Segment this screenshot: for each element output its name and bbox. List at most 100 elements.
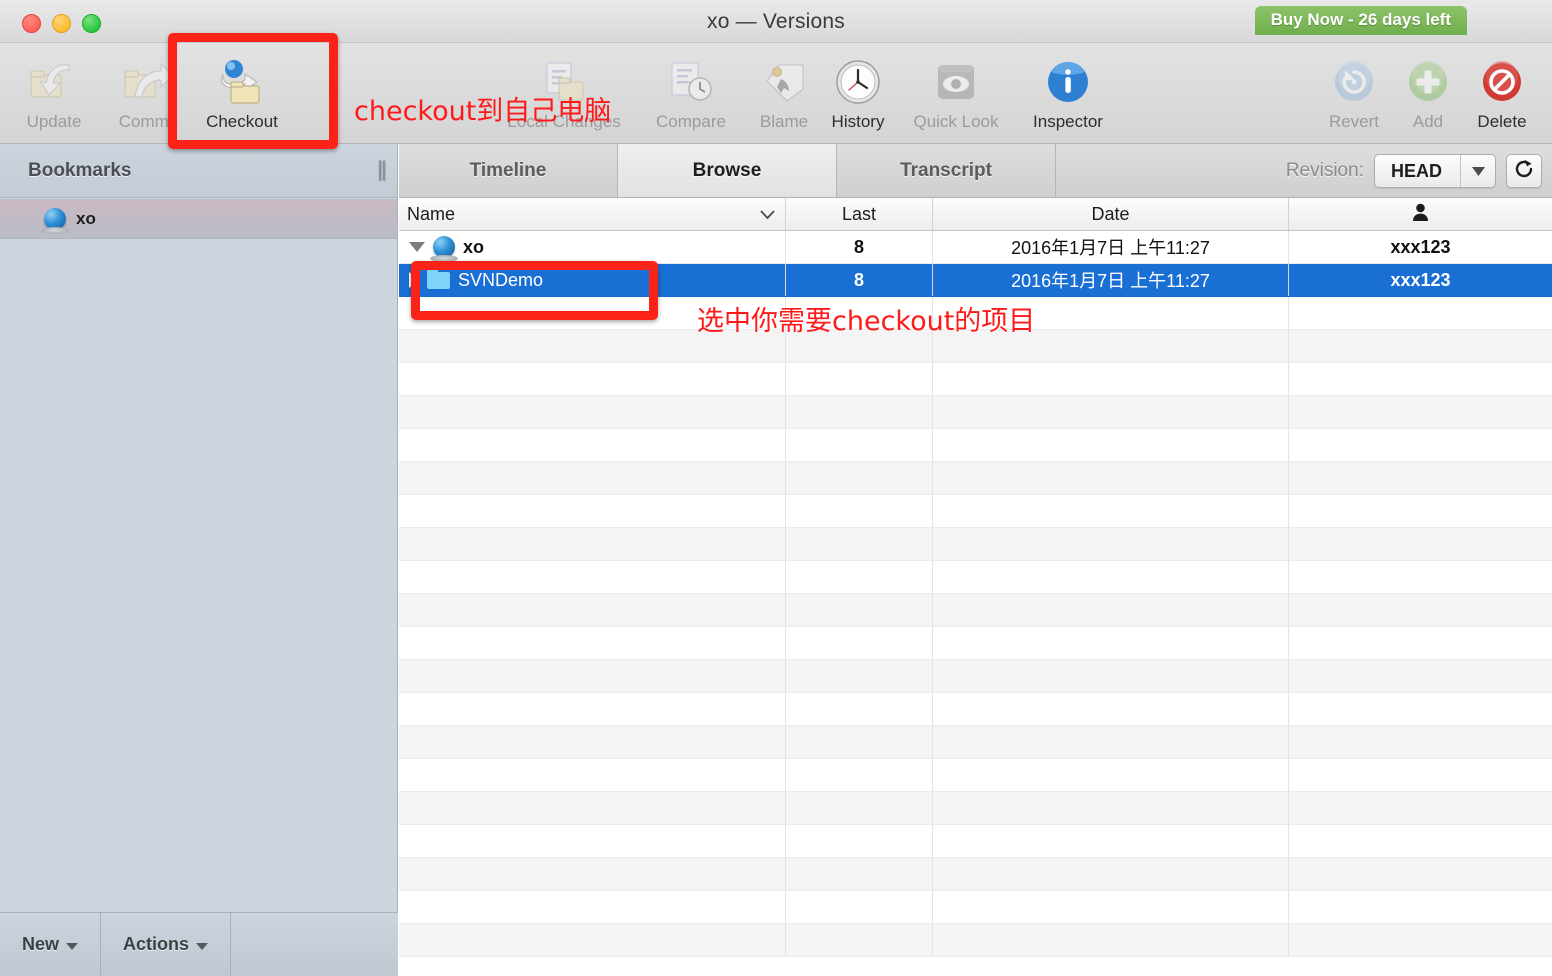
cell-date — [933, 660, 1289, 692]
cell-author: xxx123 — [1289, 264, 1552, 296]
table-row-empty[interactable] — [399, 825, 1552, 858]
table-row-empty[interactable] — [399, 396, 1552, 429]
table-row-empty[interactable] — [399, 594, 1552, 627]
cell-last — [786, 495, 933, 527]
toolbar-button-inspector[interactable]: Inspector — [1022, 53, 1114, 141]
chevron-down-icon — [1461, 155, 1495, 187]
table-row-empty[interactable] — [399, 759, 1552, 792]
table-row-empty[interactable] — [399, 462, 1552, 495]
annotation-select-note: 选中你需要checkout的项目 — [697, 306, 1036, 337]
cell-author — [1289, 891, 1552, 923]
sidebar-item-xo[interactable]: xo — [0, 199, 397, 239]
cell-date — [933, 528, 1289, 560]
table-row-empty[interactable] — [399, 561, 1552, 594]
cell-last — [786, 561, 933, 593]
table-row-empty[interactable] — [399, 858, 1552, 891]
column-header-date[interactable]: Date — [933, 198, 1289, 230]
cell-last — [786, 726, 933, 758]
sidebar-resize-grip[interactable]: || — [377, 158, 387, 182]
empty-rows-container — [399, 297, 1552, 957]
table-row-empty[interactable] — [399, 924, 1552, 957]
toolbar-button-compare[interactable]: Compare — [645, 53, 737, 141]
new-button-label: New — [22, 934, 60, 954]
cell-author — [1289, 627, 1552, 659]
table-row-empty[interactable] — [399, 363, 1552, 396]
table-row-empty[interactable] — [399, 693, 1552, 726]
toolbar-label-delete: Delete — [1477, 112, 1527, 131]
toolbar-label-checkout: Checkout — [206, 112, 278, 131]
disclosure-triangle-down-icon[interactable] — [409, 242, 425, 252]
bookmarks-list: xo — [0, 199, 397, 912]
new-button[interactable]: New — [0, 913, 102, 976]
table-row-empty[interactable] — [399, 891, 1552, 924]
row-date-label: 2016年1月7日 上午11:27 — [1011, 271, 1210, 291]
cell-date — [933, 825, 1289, 857]
table-row-empty[interactable] — [399, 792, 1552, 825]
table-row-empty[interactable] — [399, 495, 1552, 528]
cell-last — [786, 594, 933, 626]
person-icon — [1412, 203, 1429, 226]
cell-date — [933, 594, 1289, 626]
cell-date: 2016年1月7日 上午11:27 — [933, 231, 1289, 263]
cell-author — [1289, 429, 1552, 461]
cell-date — [933, 561, 1289, 593]
row-last-label: 8 — [853, 269, 864, 290]
cell-date — [933, 363, 1289, 395]
toolbar-button-checkout[interactable]: Checkout — [196, 53, 288, 141]
cell-author — [1289, 396, 1552, 428]
toolbar-button-update[interactable]: Update — [8, 53, 100, 141]
cell-author — [1289, 528, 1552, 560]
toolbar: Update Commit Checkout Local Changes Com… — [0, 43, 1552, 144]
actions-button[interactable]: Actions — [101, 913, 232, 976]
cell-last — [786, 363, 933, 395]
quick-look-icon — [931, 58, 981, 106]
row-name-label: SVNDemo — [458, 269, 544, 290]
table-row-empty[interactable] — [399, 660, 1552, 693]
disclosure-triangle-right-icon[interactable] — [409, 272, 419, 288]
chevron-down-icon — [196, 942, 209, 950]
table-row-empty[interactable] — [399, 726, 1552, 759]
cell-last — [786, 396, 933, 428]
table-row[interactable]: SVNDemo 8 2016年1月7日 上午11:27 xxx123 — [399, 264, 1552, 297]
table-row-empty[interactable] — [399, 429, 1552, 462]
globe-icon — [430, 236, 458, 262]
sidebar-header: Bookmarks || — [0, 144, 397, 198]
inspector-icon — [1044, 58, 1092, 106]
cell-name — [399, 363, 786, 395]
sidebar-footer: New Actions — [0, 912, 398, 976]
add-icon — [1405, 58, 1451, 106]
revision-select[interactable]: HEAD — [1373, 154, 1496, 188]
actions-button-label: Actions — [123, 934, 190, 954]
table-row-empty[interactable] — [399, 627, 1552, 660]
toolbar-button-quick-look[interactable]: Quick Look — [910, 53, 1002, 141]
buy-now-badge[interactable]: Buy Now - 26 days left — [1254, 6, 1467, 35]
column-header-last[interactable]: Last — [786, 198, 933, 230]
folder-icon — [427, 267, 450, 289]
cell-date — [933, 858, 1289, 890]
tab-browse[interactable]: Browse — [618, 144, 837, 197]
cell-name — [399, 792, 786, 824]
tab-bar: Timeline Browse Transcript Revision: HEA… — [399, 144, 1552, 198]
cell-author — [1289, 594, 1552, 626]
toolbar-label-compare: Compare — [656, 112, 726, 131]
column-header-author[interactable] — [1289, 198, 1552, 230]
toolbar-label-commit: Commit — [118, 112, 178, 131]
sidebar-item-label: xo — [76, 209, 96, 228]
column-header-name[interactable]: Name — [399, 198, 786, 230]
cell-author — [1289, 297, 1552, 329]
toolbar-button-history[interactable]: History — [812, 53, 904, 141]
cell-name — [399, 759, 786, 791]
tab-timeline[interactable]: Timeline — [399, 144, 618, 197]
cell-name — [399, 660, 786, 692]
table-row-empty[interactable] — [399, 528, 1552, 561]
cell-name — [399, 858, 786, 890]
row-date-label: 2016年1月7日 上午11:27 — [1011, 238, 1210, 258]
tab-transcript[interactable]: Transcript — [837, 144, 1056, 197]
toolbar-button-delete[interactable]: Delete — [1456, 53, 1548, 141]
cell-author: xxx123 — [1289, 231, 1552, 263]
toolbar-label-inspector: Inspector — [1033, 112, 1103, 131]
refresh-button[interactable] — [1506, 154, 1542, 188]
table-row[interactable]: xo 8 2016年1月7日 上午11:27 xxx123 — [399, 231, 1552, 264]
toolbar-button-commit[interactable]: Commit — [102, 53, 194, 141]
tab-browse-label: Browse — [692, 159, 762, 181]
